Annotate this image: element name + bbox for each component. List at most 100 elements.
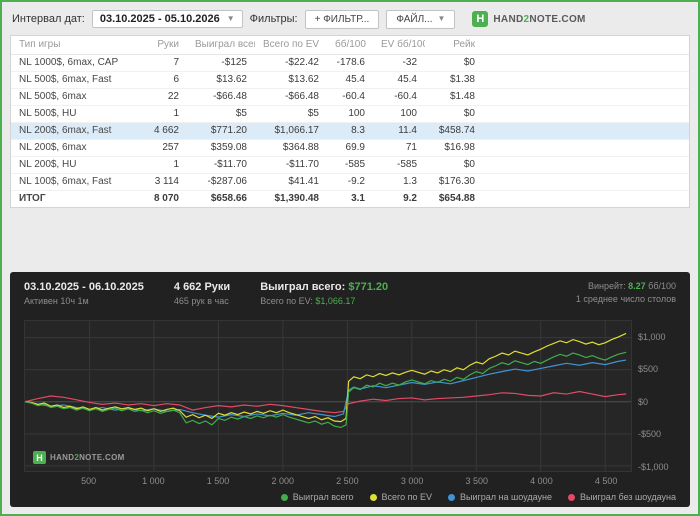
cell-rake: $1.38 [425,71,483,89]
column-header[interactable]: Выиграл всего [187,36,255,55]
results-table-card: Тип игрыРукиВыиграл всегоВсего по EVбб/1… [10,35,690,208]
x-tick-label: 3 500 [465,476,489,486]
legend-item[interactable]: Выиграл на шоудауне [448,492,552,502]
file-button-label: ФАЙЛ... [396,13,433,25]
interval-label: Интервал дат: [12,13,85,25]
cell-hands: 7 [139,54,187,72]
legend-label: Выиграл всего [292,492,354,502]
x-tick-label: 500 [81,476,97,486]
x-tick-label: 4 500 [594,476,618,486]
cell-filler [483,156,689,174]
cell-game: NL 200$, HU [11,156,139,174]
cell-ev: -$22.42 [255,54,327,72]
table-row[interactable]: NL 200$, 6max, Fast 4 662 $771.20 $1,066.17… [11,122,689,140]
chart-panel: 03.10.2025 - 06.10.2025 Активен 10ч 1м 4… [10,272,690,507]
winrate-line: Винрейт: 8.27 бб/100 [576,281,676,291]
legend-dot-icon [280,493,288,501]
cell-bb: 69.9 [327,139,373,157]
cell-game: NL 200$, 6max [11,139,139,157]
chart-won-block: Выиграл всего: $771.20 Всего по EV: $1,0… [260,281,388,306]
cell-won: $13.62 [187,71,255,89]
cell-filler [483,54,689,72]
winrate-unit: бб/100 [648,281,676,291]
cell-ev: $1,390.48 [274,193,320,204]
cell-filler [483,71,689,89]
legend-item[interactable]: Всего по EV [369,492,432,502]
table-row[interactable]: NL 100$, 6max, Fast 3 114 -$287.06 $41.41 -9… [11,173,689,191]
hand2note-logo-icon: H [472,11,489,27]
table-total-row[interactable]: ИТОГ 8 070 $658.66 $1,390.48 3.1 9.2 $654.88 [11,191,689,208]
brand-text-post: NOTE.COM [529,13,586,25]
cell-bb: 45.4 [327,71,373,89]
cell-game: ИТОГ [19,193,46,204]
cell-ev: -$11.70 [255,156,327,174]
hand2note-logo-icon: H [33,451,46,464]
cell-rake: $176.30 [425,173,483,191]
cell-ev: $13.62 [255,71,327,89]
cell-won: -$11.70 [187,156,255,174]
won-total-value: $771.20 [348,281,389,293]
cell-bb: 3.1 [351,193,365,204]
file-button[interactable]: ФАЙЛ... ▼ [386,9,456,29]
chevron-down-icon: ▼ [437,14,446,23]
column-header[interactable]: Всего по EV [255,36,327,55]
cell-evbb: -32 [373,54,425,72]
y-tick-label: $0 [638,396,649,407]
x-tick-label: 1 500 [206,476,230,486]
cell-bb: -9.2 [327,173,373,191]
chart-hands-count: 4 662 Руки [173,281,231,293]
column-header-filler [483,36,689,55]
cell-rake: $0 [425,156,483,174]
table-header-row: Тип игрыРукиВыиграл всегоВсего по EVбб/1… [11,36,689,55]
cell-filler [483,173,689,191]
add-filter-button[interactable]: + ФИЛЬТР... [304,9,380,29]
cell-evbb: -60.4 [373,88,425,106]
cell-evbb: 100 [373,105,425,123]
date-range-dropdown[interactable]: 03.10.2025 - 05.10.2026 ▼ [91,10,243,28]
winrate-label: Винрейт: [587,281,626,291]
legend-item[interactable]: Выиграл без шоудауна [568,492,676,502]
cell-bb: -60.4 [327,88,373,106]
column-header[interactable]: EV бб/100 [373,36,425,55]
cell-evbb: 9.2 [403,193,417,204]
column-header[interactable]: бб/100 [327,36,373,55]
ev-total-value: $1,066.17 [315,296,356,306]
column-header[interactable]: Рейк [425,36,483,55]
y-tick-label: -$1,000 [638,461,669,472]
cell-ev: $41.41 [255,173,327,191]
brand-text: HAND2NOTE.COM [493,14,585,25]
column-header[interactable]: Руки [139,36,187,55]
avg-tables: 1 среднее число столов [575,294,676,304]
brand-text-pre: HAND [493,13,524,25]
cell-won: -$287.06 [187,173,255,191]
legend-item[interactable]: Выиграл всего [280,492,354,502]
cell-rake: $654.88 [438,193,475,204]
table-row[interactable]: NL 500$, 6max, Fast 6 $13.62 $13.62 45.4 45.4… [11,71,689,89]
winrate-value: 8.27 [628,281,646,291]
cell-hands: 1 [139,156,187,174]
watermark-pre: HAND [50,453,75,462]
x-tick-label: 4 000 [530,476,553,486]
table-row[interactable]: NL 500$, HU 1 $5 $5 100 100 $0 [11,105,689,123]
chart-watermark: H HAND2NOTE.COM [33,451,125,464]
cell-hands: 257 [139,139,187,157]
table-row[interactable]: NL 200$, HU 1 -$11.70 -$11.70 -585 -585 $0 [11,156,689,174]
table-row[interactable]: NL 200$, 6max 257 $359.08 $364.88 69.9 71 $16.… [11,139,689,157]
table-row[interactable]: NL 500$, 6max 22 -$66.48 -$66.48 -60.4 -60.4 $… [11,88,689,106]
cell-hands: 8 070 [153,193,179,204]
y-tick-label: $1,000 [638,331,666,342]
cell-game: NL 500$, HU [11,105,139,123]
cell-bb: -178.6 [327,54,373,72]
cell-filler [483,191,689,208]
ev-total-line: Всего по EV: $1,066.17 [260,296,388,306]
column-header[interactable]: Тип игры [11,36,139,55]
legend-dot-icon [448,493,456,501]
cell-evbb: 1.3 [373,173,425,191]
brand-logo[interactable]: H HAND2NOTE.COM [472,11,585,27]
watermark-text: HAND2NOTE.COM [50,453,125,462]
cell-won: -$125 [187,54,255,72]
table-row[interactable]: NL 1000$, 6max, CAP 7 -$125 -$22.42 -178.6 -3… [11,54,689,72]
cell-rake: $458.74 [425,122,483,140]
chart-canvas[interactable]: H HAND2NOTE.COM [24,320,632,472]
legend-dot-icon [369,493,377,501]
